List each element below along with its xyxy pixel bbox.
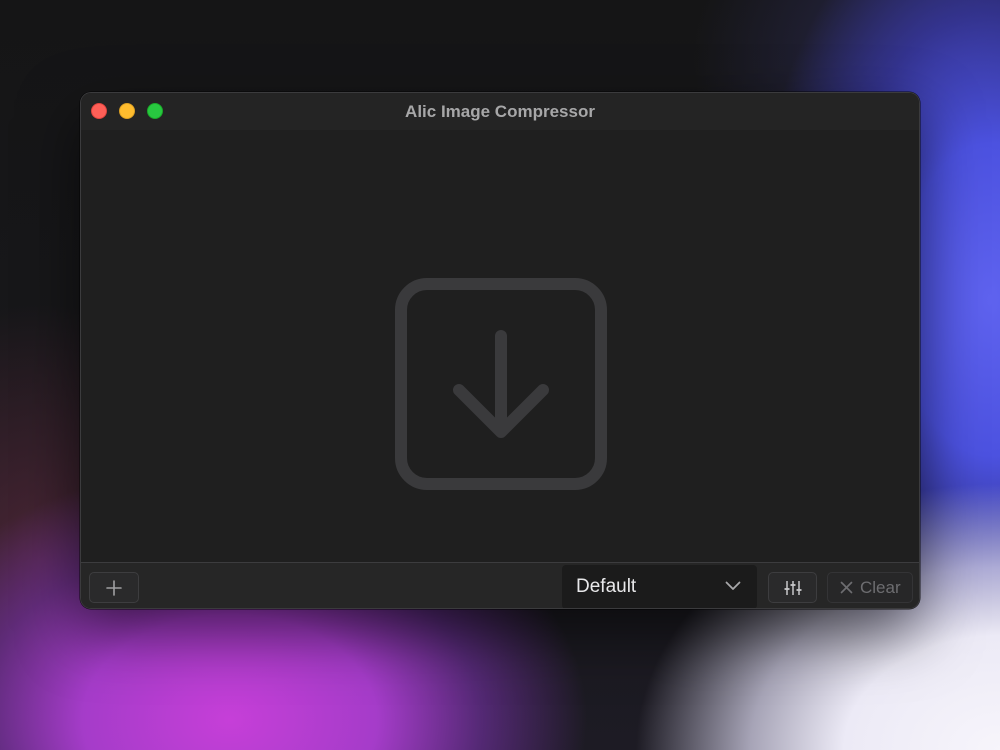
app-window: Alic Image Compressor Default Clear [80, 92, 920, 609]
plus-icon [106, 580, 122, 596]
image-drop-zone[interactable] [81, 130, 919, 562]
window-title: Alic Image Compressor [405, 102, 595, 121]
title-bar: Alic Image Compressor [81, 93, 919, 130]
settings-button[interactable] [768, 572, 817, 603]
clear-button-label: Clear [860, 578, 901, 597]
bottom-toolbar: Default Clear [81, 562, 919, 608]
preset-selected-value: Default [576, 576, 637, 597]
sliders-icon [784, 581, 802, 595]
download-arrow-in-square-icon [395, 278, 607, 490]
preset-select[interactable]: Default [562, 565, 757, 608]
add-images-button[interactable] [89, 572, 139, 603]
x-icon [840, 581, 853, 594]
clear-button[interactable]: Clear [827, 572, 913, 603]
chevron-down-icon [725, 581, 741, 590]
